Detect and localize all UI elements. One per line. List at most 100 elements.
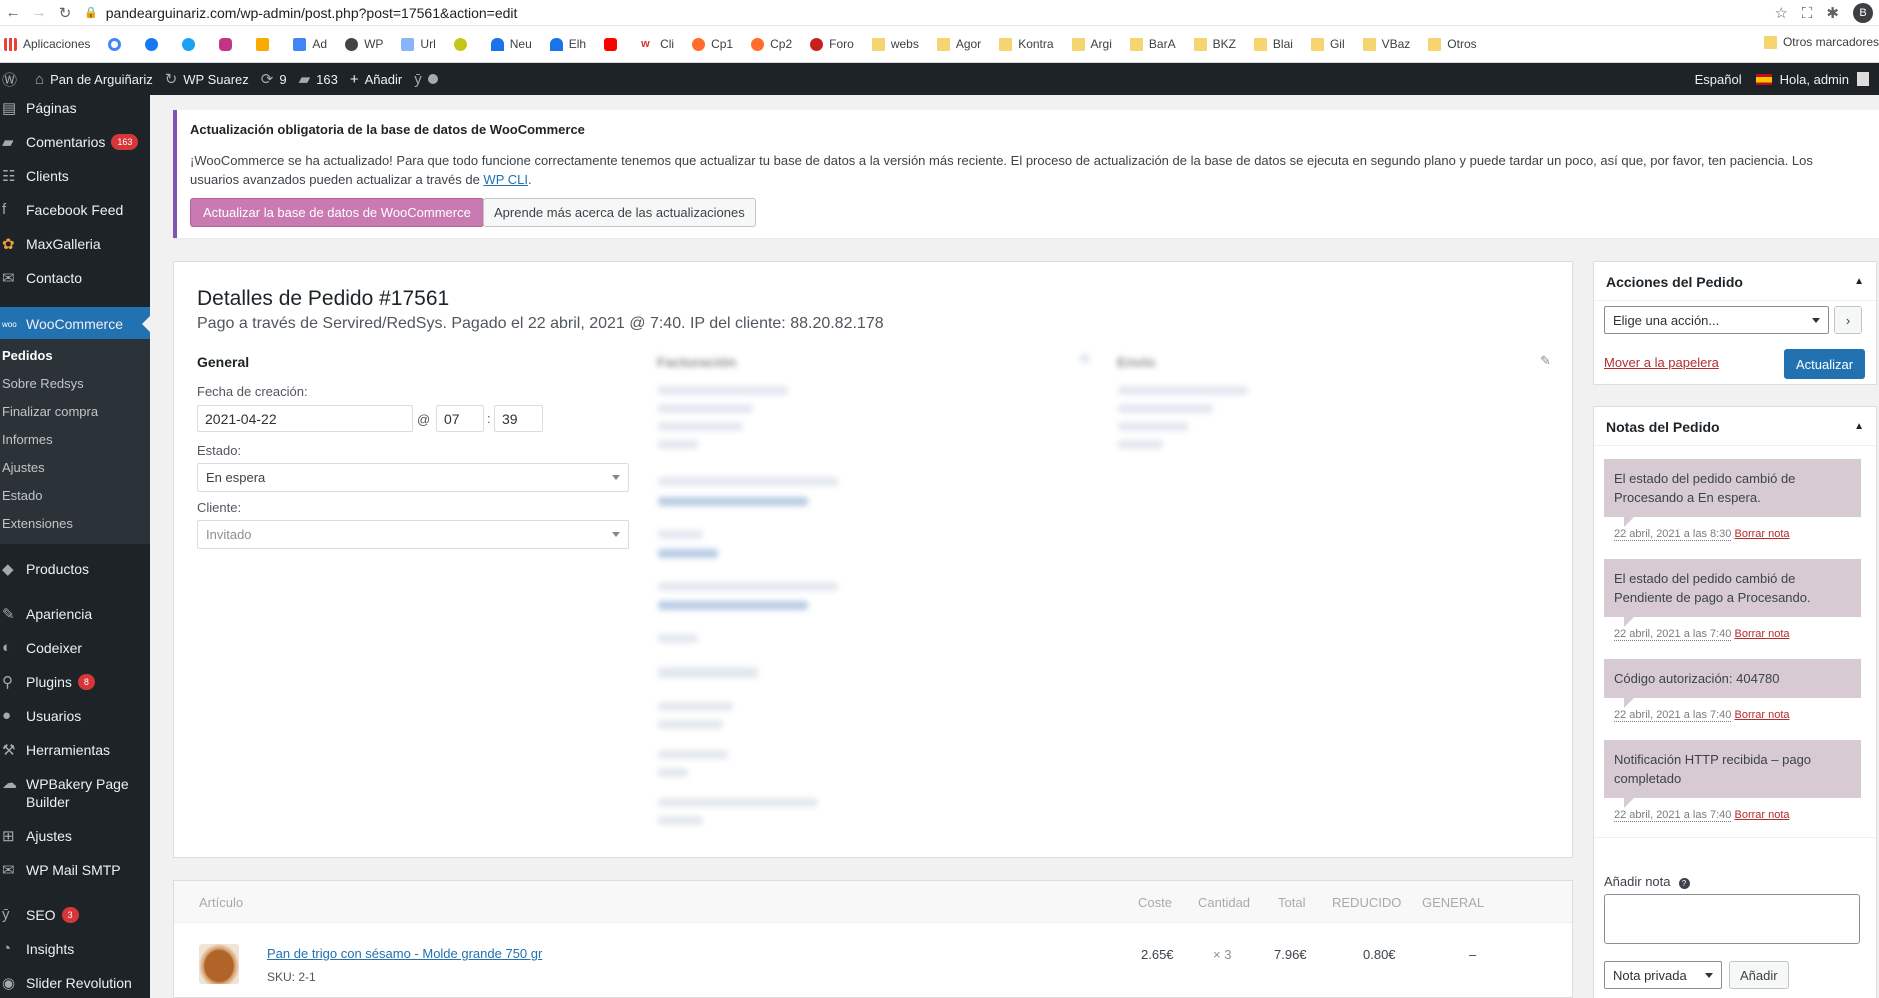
customer-select[interactable]: Invitado <box>197 520 629 549</box>
comments-menu[interactable]: ▰ 163 <box>299 63 338 95</box>
sidebar-item-wp-mail-smtp[interactable]: ✉ WP Mail SMTP <box>0 861 150 879</box>
sidebar-item-comentarios[interactable]: ▰ Comentarios 163 <box>0 133 150 151</box>
bookmark-blai[interactable]: Blai <box>1253 37 1293 51</box>
sidebar-item-wpbakery[interactable]: ☁ WPBakery Page Builder <box>0 775 150 811</box>
address-bar[interactable]: pandearguinariz.com/wp-admin/post.php?po… <box>106 5 518 21</box>
order-notes-box: Notas del Pedido ▲ El estado del pedido … <box>1593 406 1877 998</box>
sidebar-item-apariencia[interactable]: ✎ Apariencia <box>0 605 150 623</box>
sidebar-item-facebook-feed[interactable]: f Facebook Feed <box>0 201 150 218</box>
bookmark-url[interactable]: Url <box>401 37 436 51</box>
bookmark-agor[interactable]: Agor <box>936 37 981 51</box>
bookmark-kontra[interactable]: Kontra <box>999 37 1054 51</box>
sidebar-item-woocommerce[interactable]: woo WooCommerce <box>0 307 150 341</box>
site-name-menu[interactable]: ⌂ Pan de Arguiñariz <box>35 63 153 95</box>
bookmark-ads[interactable]: Ad <box>293 37 327 51</box>
sidebar-item-insights[interactable]: ◔ Insights <box>0 940 150 957</box>
order-status-select[interactable]: En espera <box>197 463 629 492</box>
bookmark-cp1[interactable]: Cp1 <box>692 37 733 51</box>
bookmark-youtube[interactable] <box>604 37 623 51</box>
updates-menu[interactable]: ⟳ 9 <box>261 63 287 95</box>
forward-icon[interactable]: → <box>26 0 52 26</box>
screenshot-icon[interactable]: ⛶ <box>1802 5 1813 22</box>
bookmark-instagram[interactable] <box>219 37 238 51</box>
bookmark-facebook[interactable] <box>145 37 164 51</box>
submenu-extensiones[interactable]: Extensiones <box>2 516 73 531</box>
update-database-button[interactable]: Actualizar la base de datos de WooCommer… <box>190 198 484 227</box>
bookmark-twitter[interactable] <box>182 37 201 51</box>
sidebar-item-paginas[interactable]: ▤ Páginas <box>0 99 150 117</box>
sidebar-item-clients[interactable]: ☷ Clients <box>0 167 150 185</box>
theme-menu[interactable]: ↻ WP Suarez <box>165 63 249 95</box>
bookmark-foro[interactable]: Foro <box>810 37 854 51</box>
bookmark-apps[interactable]: Aplicaciones <box>4 37 90 51</box>
order-hour-input[interactable]: 07 <box>436 405 484 432</box>
submenu-informes[interactable]: Informes <box>2 432 53 447</box>
extensions-icon[interactable]: ✱ <box>1826 4 1839 22</box>
delete-note-link[interactable]: Borrar nota <box>1734 809 1789 821</box>
sidebar-item-usuarios[interactable]: ● Usuarios <box>0 707 150 724</box>
back-icon[interactable]: ← <box>0 0 26 26</box>
bookmark-otros[interactable]: Otros <box>1428 37 1477 51</box>
settings-icon: ⊞ <box>2 828 15 845</box>
learn-more-button[interactable]: Aprende más acerca de las actualizacione… <box>483 198 756 227</box>
order-action-select[interactable]: Elige una acción... <box>1604 306 1829 334</box>
bookmark-webs[interactable]: webs <box>871 37 919 51</box>
bookmark-cli[interactable]: w Cli <box>641 37 674 51</box>
submenu-ajustes[interactable]: Ajustes <box>2 460 45 475</box>
bookmark-bkz[interactable]: BKZ <box>1193 37 1236 51</box>
bookmark-gil[interactable]: Gil <box>1310 37 1345 51</box>
wp-logo-menu[interactable]: Ⓦ <box>2 63 23 95</box>
apply-action-button[interactable]: › <box>1834 306 1862 334</box>
collapse-arrow-icon[interactable]: ▲ <box>1854 421 1864 432</box>
woocommerce-submenu: Pedidos Sobre Redsys Finalizar compra In… <box>0 339 150 544</box>
star-icon[interactable]: ☆ <box>1774 4 1787 22</box>
wp-cli-link[interactable]: WP CLI <box>483 172 528 187</box>
add-note-button[interactable]: Añadir <box>1729 961 1789 989</box>
sidebar-item-slider-revolution[interactable]: ◉ Slider Revolution <box>0 974 150 992</box>
note-type-select[interactable]: Nota privada <box>1604 961 1722 989</box>
bookmark-vbaz[interactable]: VBaz <box>1362 37 1410 51</box>
bookmark-misc[interactable] <box>453 37 473 51</box>
sidebar-item-seo[interactable]: ȳ SEO 3 <box>0 906 150 923</box>
language-switcher[interactable]: Español <box>1695 72 1742 87</box>
bookmark-analytics[interactable] <box>256 37 275 51</box>
sidebar-item-ajustes[interactable]: ⊞ Ajustes <box>0 827 150 845</box>
mail-smtp-icon: ✉ <box>2 862 15 879</box>
bookmark-bara[interactable]: BarA <box>1129 37 1176 51</box>
bookmark-google[interactable] <box>108 37 127 51</box>
bookmark-neu[interactable]: Neu <box>490 37 532 51</box>
move-to-trash-link[interactable]: Mover a la papelera <box>1604 355 1719 370</box>
profile-avatar[interactable]: B <box>1853 3 1873 23</box>
submenu-finalizar-compra[interactable]: Finalizar compra <box>2 404 98 419</box>
submenu-pedidos[interactable]: Pedidos <box>2 348 53 363</box>
yoast-menu[interactable]: ȳ <box>414 63 438 95</box>
add-note-textarea[interactable] <box>1604 894 1860 944</box>
submenu-sobre-redsys[interactable]: Sobre Redsys <box>2 376 84 391</box>
order-minute-input[interactable]: 39 <box>494 405 543 432</box>
sidebar-item-plugins[interactable]: ⚲ Plugins 8 <box>0 673 150 691</box>
edit-shipping-pencil-icon[interactable]: ✎ <box>1540 353 1551 369</box>
sidebar-item-codeixer[interactable]: ◐ Codeixer <box>0 639 150 656</box>
bookmark-argi[interactable]: Argi <box>1071 37 1112 51</box>
sidebar-item-productos[interactable]: ◆ Productos <box>0 560 150 578</box>
delete-note-link[interactable]: Borrar nota <box>1734 528 1789 540</box>
order-date-input[interactable]: 2021-04-22 <box>197 405 413 432</box>
product-link[interactable]: Pan de trigo con sésamo - Molde grande 7… <box>267 946 542 961</box>
note-meta: 22 abril, 2021 a las 7:40 Borrar nota <box>1614 628 1790 641</box>
delete-note-link[interactable]: Borrar nota <box>1734 628 1789 640</box>
delete-note-link[interactable]: Borrar nota <box>1734 709 1789 721</box>
account-menu[interactable]: Hola, admin <box>1755 72 1869 87</box>
sidebar-item-herramientas[interactable]: ⚒ Herramientas <box>0 741 150 759</box>
submenu-estado[interactable]: Estado <box>2 488 42 503</box>
help-icon[interactable]: ? <box>1678 878 1690 889</box>
bookmark-cp2[interactable]: Cp2 <box>751 37 792 51</box>
sidebar-item-maxgalleria[interactable]: ✿ MaxGalleria <box>0 235 150 253</box>
other-bookmarks[interactable]: Otros marcadores <box>1755 35 1879 49</box>
bookmark-wp[interactable]: WP <box>345 37 383 51</box>
update-order-button[interactable]: Actualizar <box>1784 349 1866 379</box>
reload-icon[interactable]: ↻ <box>52 0 78 26</box>
collapse-arrow-icon[interactable]: ▲ <box>1854 276 1864 287</box>
sidebar-item-contacto[interactable]: ✉ Contacto <box>0 269 150 287</box>
bookmark-elh[interactable]: Elh <box>549 37 586 51</box>
new-content-menu[interactable]: + Añadir <box>350 63 402 95</box>
